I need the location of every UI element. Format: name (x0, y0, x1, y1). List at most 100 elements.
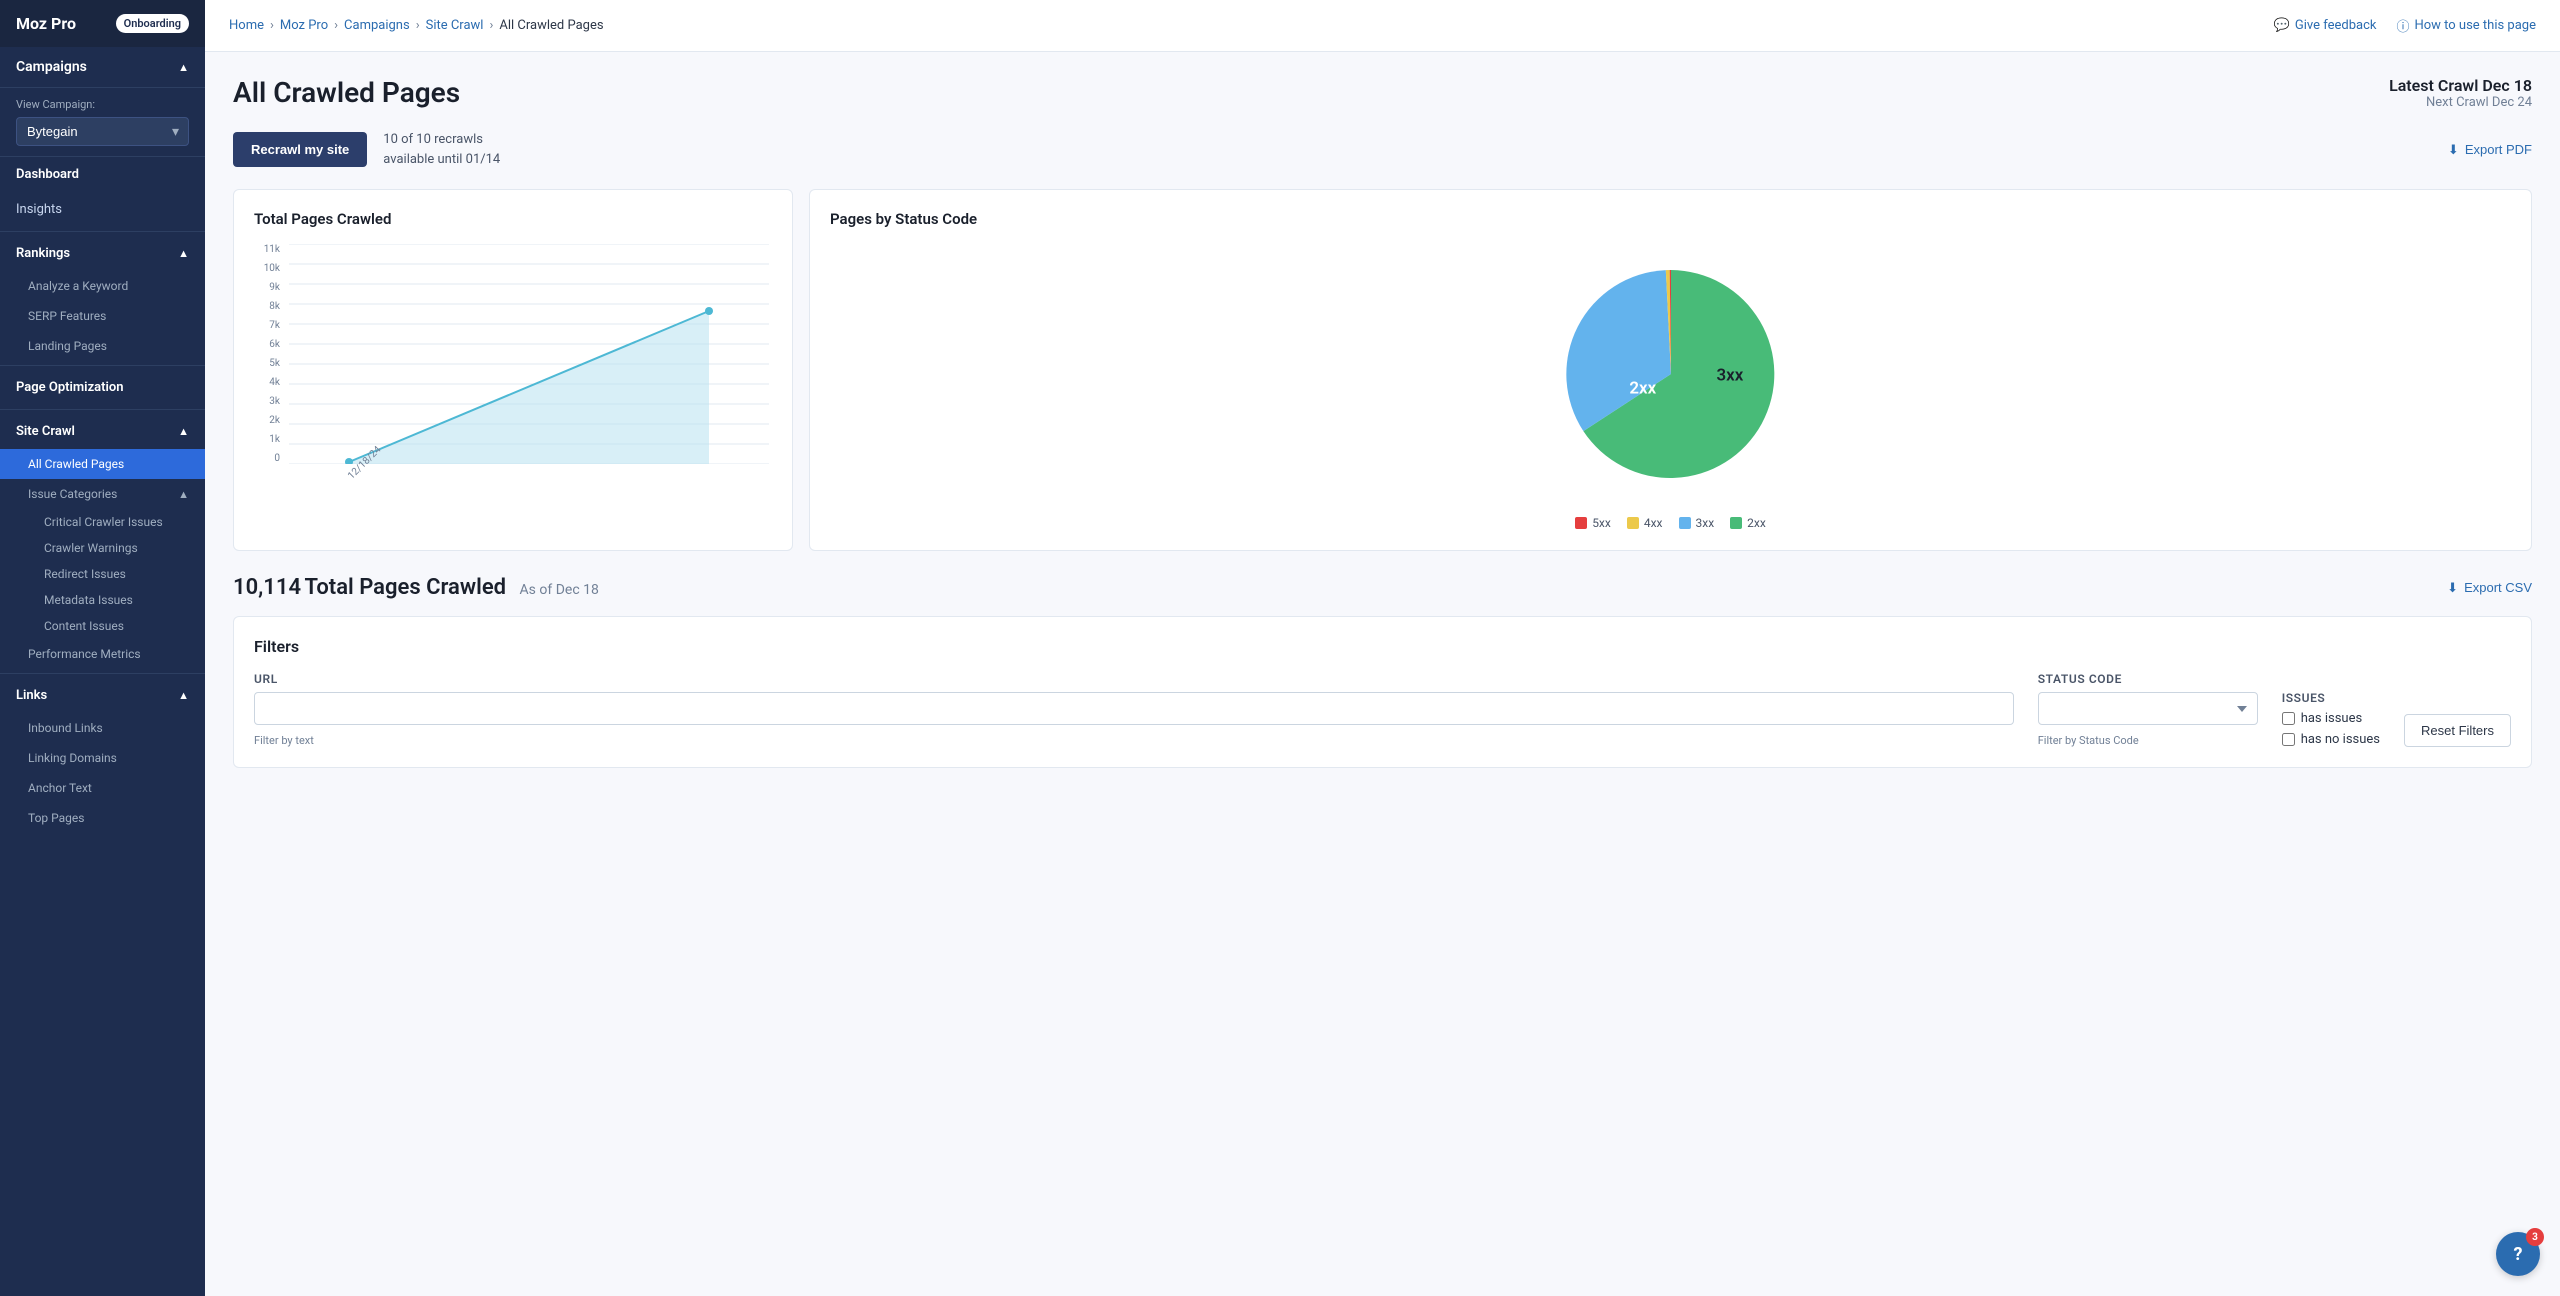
main-content: Home › Moz Pro › Campaigns › Site Crawl … (205, 0, 2560, 1296)
breadcrumb: Home › Moz Pro › Campaigns › Site Crawl … (229, 18, 604, 33)
line-chart-card: Total Pages Crawled 0 1k 2k 3k 4k 5k 6k … (233, 189, 793, 551)
sidebar-item-landing-pages[interactable]: Landing Pages (0, 331, 205, 361)
pie-legend: 5xx 4xx 3xx 2xx (1575, 516, 1766, 530)
has-issues-checkbox[interactable] (2282, 712, 2295, 725)
sidebar-item-redirect-issues[interactable]: Redirect Issues (0, 561, 205, 587)
latest-crawl-date: Latest Crawl Dec 18 (2389, 76, 2532, 95)
site-crawl-chevron-icon: ▲ (178, 425, 189, 438)
view-campaign-section: View Campaign: Bytegain (0, 88, 205, 157)
export-csv-button[interactable]: ⬇ Export CSV (2447, 580, 2532, 596)
status-code-select[interactable]: 2xx 3xx 4xx 5xx (2038, 692, 2258, 725)
campaign-select[interactable]: Bytegain (16, 117, 189, 146)
legend-4xx: 4xx (1627, 516, 1663, 530)
onboarding-badge[interactable]: Onboarding (116, 14, 189, 33)
pie-chart-title: Pages by Status Code (830, 210, 2511, 228)
recrawl-left: Recrawl my site 10 of 10 recrawls availa… (233, 130, 500, 169)
url-filter-input[interactable] (254, 692, 2014, 725)
give-feedback-button[interactable]: 💬 Give feedback (2274, 18, 2377, 33)
view-campaign-label: View Campaign: (16, 98, 189, 111)
total-pages-label: Total Pages Crawled (305, 575, 507, 600)
sidebar-item-linking-domains[interactable]: Linking Domains (0, 743, 205, 773)
next-crawl-date: Next Crawl Dec 24 (2389, 95, 2532, 110)
help-count-badge: 3 (2526, 1228, 2544, 1246)
help-circle-icon: ⓘ (2396, 16, 2409, 35)
sidebar-header: Moz Pro Onboarding (0, 0, 205, 47)
has-no-issues-checkbox[interactable] (2282, 733, 2295, 746)
pie-container: 2xx 3xx 5xx 4xx (830, 244, 2511, 530)
sidebar-item-links[interactable]: Links ▲ (0, 678, 205, 713)
reset-filters-button[interactable]: Reset Filters (2404, 714, 2511, 747)
sidebar-item-top-pages[interactable]: Top Pages (0, 803, 205, 833)
has-no-issues-checkbox-row[interactable]: has no issues (2282, 732, 2380, 747)
recrawl-row: Recrawl my site 10 of 10 recrawls availa… (233, 130, 2532, 169)
content-area: All Crawled Pages Latest Crawl Dec 18 Ne… (205, 52, 2560, 1296)
status-code-filter-group: Status Code 2xx 3xx 4xx 5xx Filter by St… (2038, 672, 2258, 747)
sidebar-item-crawler-warnings[interactable]: Crawler Warnings (0, 535, 205, 561)
campaigns-section[interactable]: Campaigns ▲ (0, 47, 205, 88)
breadcrumb-home[interactable]: Home (229, 18, 264, 33)
how-to-button[interactable]: ⓘ How to use this page (2396, 16, 2536, 35)
breadcrumb-site-crawl[interactable]: Site Crawl (426, 18, 484, 33)
total-pages-date: As of Dec 18 (520, 582, 599, 598)
sidebar-item-serp-features[interactable]: SERP Features (0, 301, 205, 331)
recrawl-info: 10 of 10 recrawls available until 01/14 (383, 130, 500, 169)
sidebar-item-rankings[interactable]: Rankings ▲ (0, 236, 205, 271)
page-title: All Crawled Pages (233, 76, 460, 109)
issue-categories-chevron-icon: ▲ (178, 488, 189, 501)
sidebar-item-critical-crawler-issues[interactable]: Critical Crawler Issues (0, 509, 205, 535)
app-logo: Moz Pro (16, 14, 76, 33)
recrawl-button[interactable]: Recrawl my site (233, 132, 367, 167)
issues-filter-label: Issues (2282, 691, 2380, 705)
sidebar-item-issue-categories[interactable]: Issue Categories ▲ (0, 479, 205, 509)
sidebar-item-site-crawl[interactable]: Site Crawl ▲ (0, 414, 205, 449)
breadcrumb-current: All Crawled Pages (499, 18, 603, 33)
filters-title: Filters (254, 637, 2511, 656)
total-pages-row: 10,114 Total Pages Crawled As of Dec 18 … (233, 575, 2532, 600)
sidebar-item-insights[interactable]: Insights (0, 192, 205, 227)
sidebar-item-page-optimization[interactable]: Page Optimization (0, 370, 205, 405)
has-issues-checkbox-row[interactable]: has issues (2282, 711, 2380, 726)
sidebar-item-metadata-issues[interactable]: Metadata Issues (0, 587, 205, 613)
sidebar-item-anchor-text[interactable]: Anchor Text (0, 773, 205, 803)
pie-chart-card: Pages by Status Code (809, 189, 2532, 551)
has-issues-label: has issues (2301, 711, 2363, 726)
sidebar-item-dashboard[interactable]: Dashboard (0, 157, 205, 192)
help-icon: ? (2514, 1244, 2523, 1265)
top-bar-actions: 💬 Give feedback ⓘ How to use this page (2274, 16, 2536, 35)
legend-dot-2xx (1730, 517, 1742, 529)
download-icon: ⬇ (2448, 142, 2459, 158)
status-code-hint: Filter by Status Code (2038, 734, 2258, 747)
help-badge[interactable]: 3 ? (2496, 1232, 2540, 1276)
filters-section: Filters URL Filter by text Status Code 2… (233, 616, 2532, 768)
line-chart-svg (286, 244, 772, 464)
svg-text:2xx: 2xx (1629, 379, 1656, 399)
campaigns-chevron-icon: ▲ (178, 61, 189, 74)
filters-row: URL Filter by text Status Code 2xx 3xx 4… (254, 672, 2511, 747)
url-filter-label: URL (254, 672, 2014, 686)
sidebar-item-content-issues[interactable]: Content Issues (0, 613, 205, 639)
rankings-chevron-icon: ▲ (178, 247, 189, 260)
line-chart-plot: 12/18/24 (286, 244, 772, 486)
y-axis-labels: 0 1k 2k 3k 4k 5k 6k 7k 8k 9k 10k 11k (254, 244, 286, 464)
legend-2xx: 2xx (1730, 516, 1766, 530)
links-chevron-icon: ▲ (178, 689, 189, 702)
breadcrumb-moz-pro[interactable]: Moz Pro (280, 18, 328, 33)
page-title-row: All Crawled Pages Latest Crawl Dec 18 Ne… (233, 76, 2532, 110)
sidebar-item-all-crawled-pages[interactable]: All Crawled Pages (0, 449, 205, 479)
download-csv-icon: ⬇ (2447, 580, 2458, 596)
sidebar-item-analyze-keyword[interactable]: Analyze a Keyword (0, 271, 205, 301)
issues-filter-group: Issues has issues has no issues (2282, 691, 2380, 747)
legend-dot-3xx (1679, 517, 1691, 529)
pie-chart-svg: 2xx 3xx (1541, 244, 1801, 504)
sidebar-item-inbound-links[interactable]: Inbound Links (0, 713, 205, 743)
total-pages-heading: 10,114 Total Pages Crawled As of Dec 18 (233, 575, 599, 600)
sidebar-item-performance-metrics[interactable]: Performance Metrics (0, 639, 205, 669)
export-pdf-button[interactable]: ⬇ Export PDF (2448, 142, 2532, 158)
url-filter-group: URL Filter by text (254, 672, 2014, 747)
has-no-issues-label: has no issues (2301, 732, 2380, 747)
sidebar: Moz Pro Onboarding Campaigns ▲ View Camp… (0, 0, 205, 1296)
legend-5xx: 5xx (1575, 516, 1611, 530)
top-bar: Home › Moz Pro › Campaigns › Site Crawl … (205, 0, 2560, 52)
breadcrumb-campaigns[interactable]: Campaigns (344, 18, 410, 33)
campaigns-label: Campaigns (16, 59, 87, 75)
